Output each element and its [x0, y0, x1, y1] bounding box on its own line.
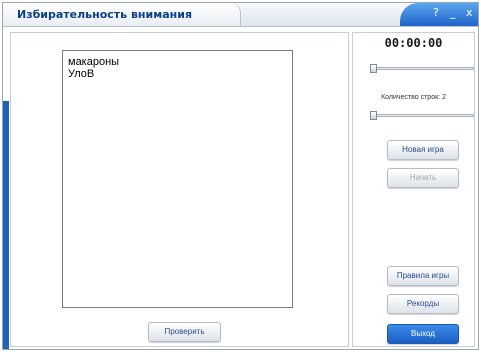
start-button[interactable]: Начать [387, 168, 459, 188]
app-window: Избирательность внимания ? _ x макароны … [2, 2, 479, 350]
timer: 00:00:00 [384, 36, 443, 50]
slider-thumb[interactable] [370, 64, 377, 73]
exit-button[interactable]: Выход [387, 324, 459, 344]
minimize-icon[interactable]: _ [450, 6, 456, 19]
slider-track [370, 114, 474, 117]
slider-track [370, 67, 474, 70]
game-panel: макароны УлоВ Проверить [10, 32, 349, 347]
rows-count-label: Количество строк: 2 [381, 94, 446, 101]
window-title: Избирательность внимания [17, 8, 193, 21]
records-button[interactable]: Рекорды [387, 294, 459, 314]
rows-slider[interactable] [370, 111, 474, 121]
check-button[interactable]: Проверить [148, 322, 221, 342]
title-bar: Избирательность внимания ? _ x [3, 3, 478, 27]
text-line[interactable]: макароны [68, 56, 292, 68]
rules-button[interactable]: Правила игры [387, 266, 459, 286]
close-icon[interactable]: x [466, 6, 473, 19]
speed-slider[interactable] [370, 64, 474, 74]
help-icon[interactable]: ? [433, 6, 439, 19]
slider-thumb[interactable] [370, 111, 377, 120]
left-accent-bar [3, 101, 9, 349]
text-line[interactable]: УлоВ [68, 68, 292, 80]
window-controls: ? _ x [400, 3, 478, 26]
text-area[interactable]: макароны УлоВ [62, 50, 293, 308]
control-panel: 00:00:00 Количество строк: 2 Новая игра … [352, 32, 475, 347]
new-game-button[interactable]: Новая игра [387, 140, 459, 160]
title-tab: Избирательность внимания [3, 3, 241, 26]
